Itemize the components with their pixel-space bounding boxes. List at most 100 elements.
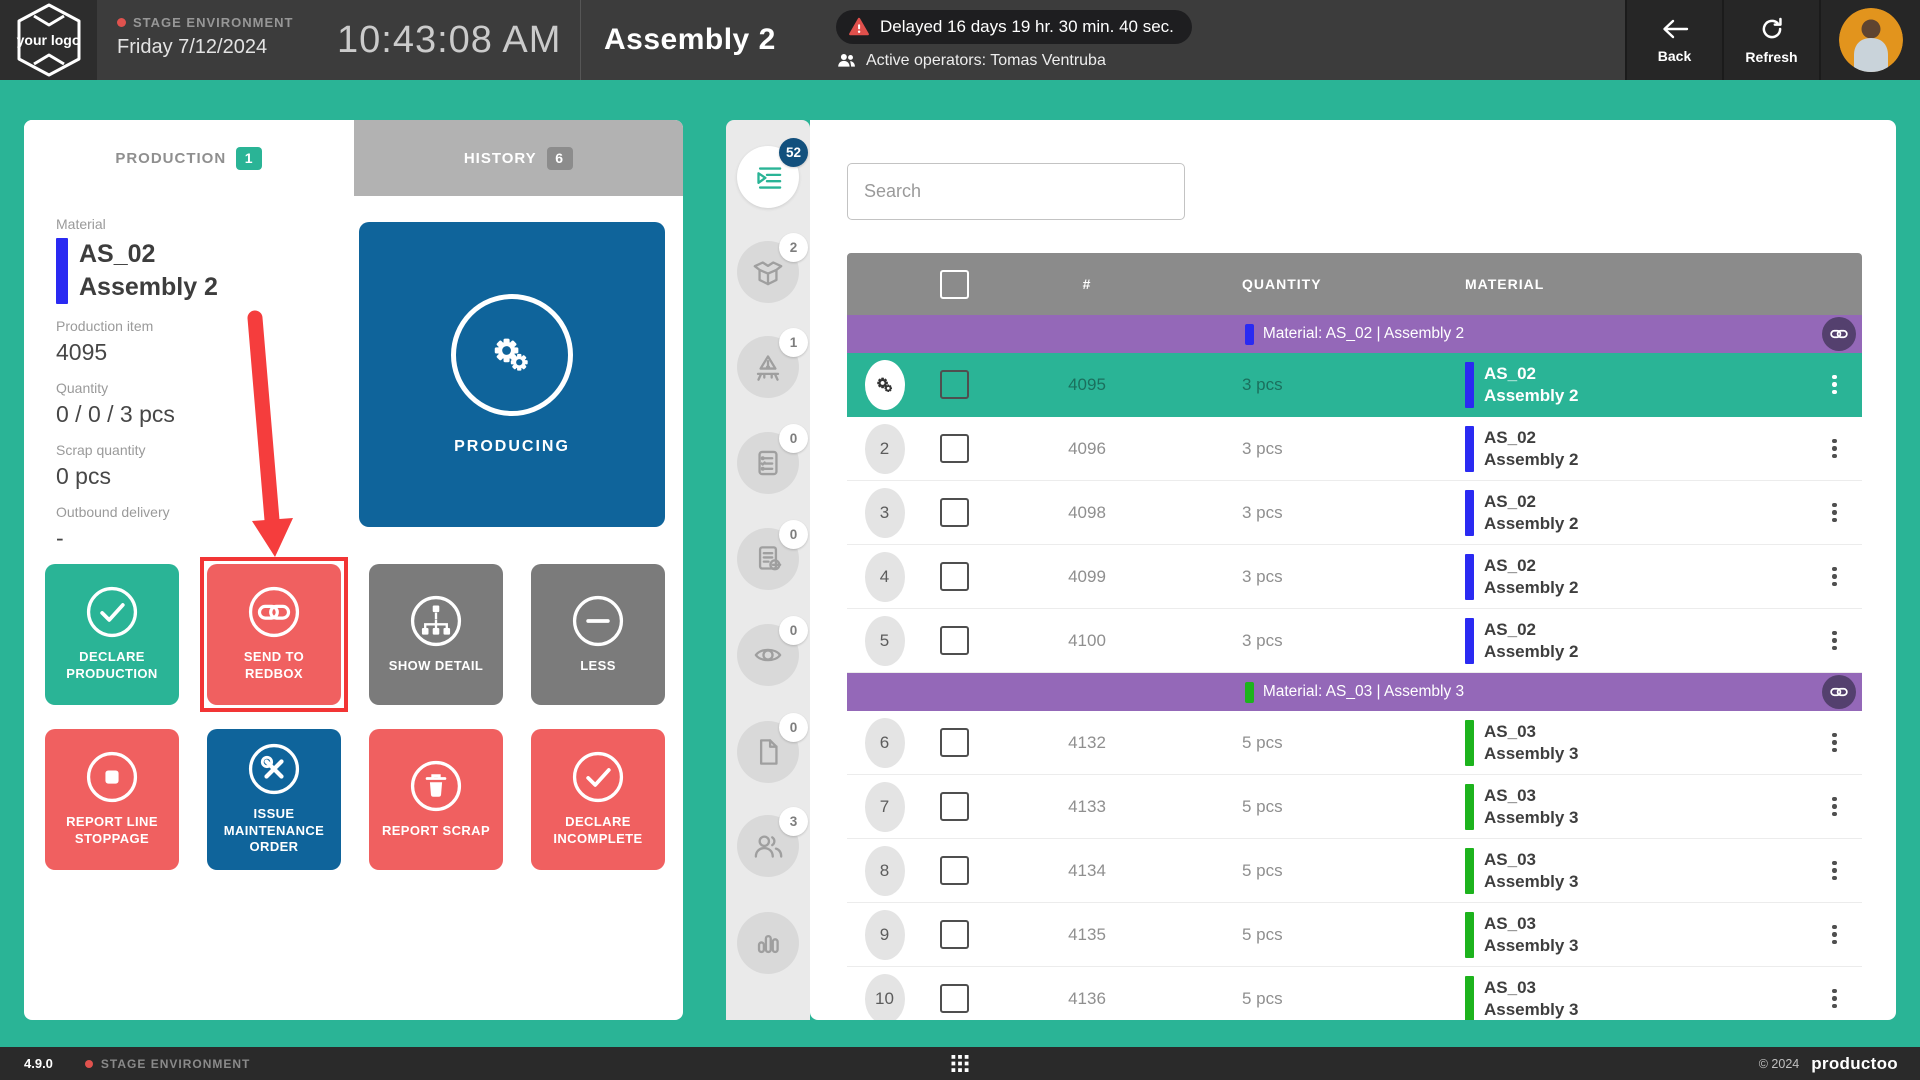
link-icon[interactable] (1822, 317, 1856, 351)
sidebar-badge: 0 (779, 713, 808, 742)
kebab-menu-icon[interactable] (1826, 561, 1843, 593)
environment-block: STAGE ENVIRONMENT Friday 7/12/2024 (117, 15, 294, 59)
material-color-bar (1465, 976, 1474, 1021)
kebab-menu-icon[interactable] (1826, 791, 1843, 823)
column-material: MATERIAL (1367, 276, 1807, 292)
row-checkbox[interactable] (940, 728, 969, 757)
order-material: AS_03Assembly 3 (1367, 912, 1807, 958)
tab-history[interactable]: HISTORY 6 (354, 120, 684, 196)
declare-production-button[interactable]: DECLARE PRODUCTION (45, 564, 179, 705)
brand-logo: productoo (1811, 1054, 1898, 1074)
table-row[interactable]: 1041365 pcsAS_03Assembly 3 (847, 967, 1862, 1020)
material-name: Assembly 3 (1484, 871, 1579, 893)
kebab-menu-icon[interactable] (1826, 855, 1843, 887)
order-id: 4100 (1068, 631, 1106, 651)
row-checkbox[interactable] (940, 792, 969, 821)
table-row[interactable]: 641325 pcsAS_03Assembly 3 (847, 711, 1862, 775)
search-input[interactable] (847, 163, 1185, 220)
row-checkbox[interactable] (940, 984, 969, 1013)
active-operators-text: Active operators: Tomas Ventruba (866, 52, 1106, 70)
table-row[interactable]: 240963 pcsAS_02Assembly 2 (847, 417, 1862, 481)
table-row[interactable]: 741335 pcsAS_03Assembly 3 (847, 775, 1862, 839)
user-avatar[interactable] (1839, 8, 1903, 72)
kebab-menu-icon[interactable] (1826, 369, 1843, 401)
kebab-menu-icon[interactable] (1826, 727, 1843, 759)
select-all-checkbox[interactable] (940, 270, 969, 299)
tab-history-label: HISTORY (464, 150, 537, 167)
material-name: Assembly 2 (79, 271, 218, 304)
sidebar-item-document-sign[interactable]: 0 (737, 528, 799, 590)
issue-maintenance-order-button[interactable]: ISSUE MAINTENANCE ORDER (207, 729, 341, 870)
back-label: Back (1658, 48, 1691, 64)
scrap-quantity-value: 0 pcs (56, 463, 346, 490)
table-header: # QUANTITY MATERIAL (847, 253, 1862, 315)
material-group-row[interactable]: Material: AS_03 | Assembly 3 (847, 673, 1862, 711)
sidebar-item-chart[interactable] (737, 912, 799, 974)
kebab-menu-icon[interactable] (1826, 625, 1843, 657)
app-grid-icon[interactable] (952, 1055, 969, 1072)
row-checkbox[interactable] (940, 434, 969, 463)
producing-label: PRODUCING (454, 438, 570, 456)
row-number: 7 (865, 782, 905, 832)
row-checkbox[interactable] (940, 498, 969, 527)
action-button-label: REPORT SCRAP (382, 823, 490, 840)
refresh-icon (1759, 16, 1785, 42)
action-button-label: SEND TO REDBOX (215, 649, 333, 683)
link-icon[interactable] (1822, 675, 1856, 709)
row-number: 5 (865, 616, 905, 666)
material-color-chip (1245, 682, 1254, 703)
sidebar-item-checklist[interactable]: 0 (737, 432, 799, 494)
kebab-menu-icon[interactable] (1826, 497, 1843, 529)
less-button[interactable]: LESS (531, 564, 665, 705)
row-checkbox[interactable] (940, 562, 969, 591)
table-row[interactable]: 941355 pcsAS_03Assembly 3 (847, 903, 1862, 967)
logo-text: your logo (17, 32, 81, 48)
order-material: AS_02Assembly 2 (1367, 490, 1807, 536)
delay-status-badge: Delayed 16 days 19 hr. 30 min. 40 sec. (836, 10, 1192, 44)
table-row[interactable]: 40953 pcsAS_02Assembly 2 (847, 353, 1862, 417)
sidebar-item-box[interactable]: 2 (737, 241, 799, 303)
show-detail-button[interactable]: SHOW DETAIL (369, 564, 503, 705)
send-to-redbox-button[interactable]: SEND TO REDBOX (207, 564, 341, 705)
order-material: AS_02Assembly 2 (1367, 426, 1807, 472)
material-color-bar (1465, 618, 1474, 664)
report-scrap-button[interactable]: REPORT SCRAP (369, 729, 503, 870)
row-number: 9 (865, 910, 905, 960)
table-row[interactable]: 841345 pcsAS_03Assembly 3 (847, 839, 1862, 903)
row-checkbox[interactable] (940, 626, 969, 655)
refresh-button[interactable]: Refresh (1722, 0, 1819, 80)
order-quantity: 5 pcs (1187, 861, 1367, 881)
table-row[interactable]: 340983 pcsAS_02Assembly 2 (847, 481, 1862, 545)
material-name: Assembly 3 (1484, 935, 1579, 957)
sidebar-item-production-queue[interactable]: 52 (737, 146, 799, 208)
kebab-menu-icon[interactable] (1826, 919, 1843, 951)
declare-incomplete-button[interactable]: DECLARE INCOMPLETE (531, 729, 665, 870)
production-item-value: 4095 (56, 339, 346, 366)
table-row[interactable]: 440993 pcsAS_02Assembly 2 (847, 545, 1862, 609)
row-checkbox[interactable] (940, 856, 969, 885)
tab-production[interactable]: PRODUCTION 1 (24, 120, 354, 196)
outbound-delivery-value: - (56, 525, 346, 552)
back-button[interactable]: Back (1625, 0, 1722, 80)
kebab-menu-icon[interactable] (1826, 433, 1843, 465)
order-list-panel: # QUANTITY MATERIAL Material: AS_02 | As… (810, 120, 1896, 1020)
row-checkbox[interactable] (940, 920, 969, 949)
row-checkbox[interactable] (940, 370, 969, 399)
material-group-label: Material: AS_02 | Assembly 2 (1263, 325, 1464, 343)
sidebar-item-people[interactable]: 3 (737, 815, 799, 877)
sidebar-badge: 52 (779, 138, 808, 167)
header-divider (580, 0, 581, 80)
material-name: Assembly 3 (1484, 743, 1579, 765)
producing-status-tile[interactable]: PRODUCING (359, 222, 665, 527)
table-row[interactable]: 541003 pcsAS_02Assembly 2 (847, 609, 1862, 673)
material-group-row[interactable]: Material: AS_02 | Assembly 2 (847, 315, 1862, 353)
company-logo[interactable]: your logo (0, 0, 97, 80)
sidebar-badge: 1 (779, 328, 808, 357)
sidebar-item-eye[interactable]: 0 (737, 624, 799, 686)
sidebar-item-line-warning[interactable]: 1 (737, 336, 799, 398)
refresh-label: Refresh (1745, 49, 1797, 65)
kebab-menu-icon[interactable] (1826, 983, 1843, 1015)
order-details: Material AS_02 Assembly 2 Production ite… (56, 216, 346, 552)
report-line-stoppage-button[interactable]: REPORT LINE STOPPAGE (45, 729, 179, 870)
sidebar-item-page[interactable]: 0 (737, 721, 799, 783)
